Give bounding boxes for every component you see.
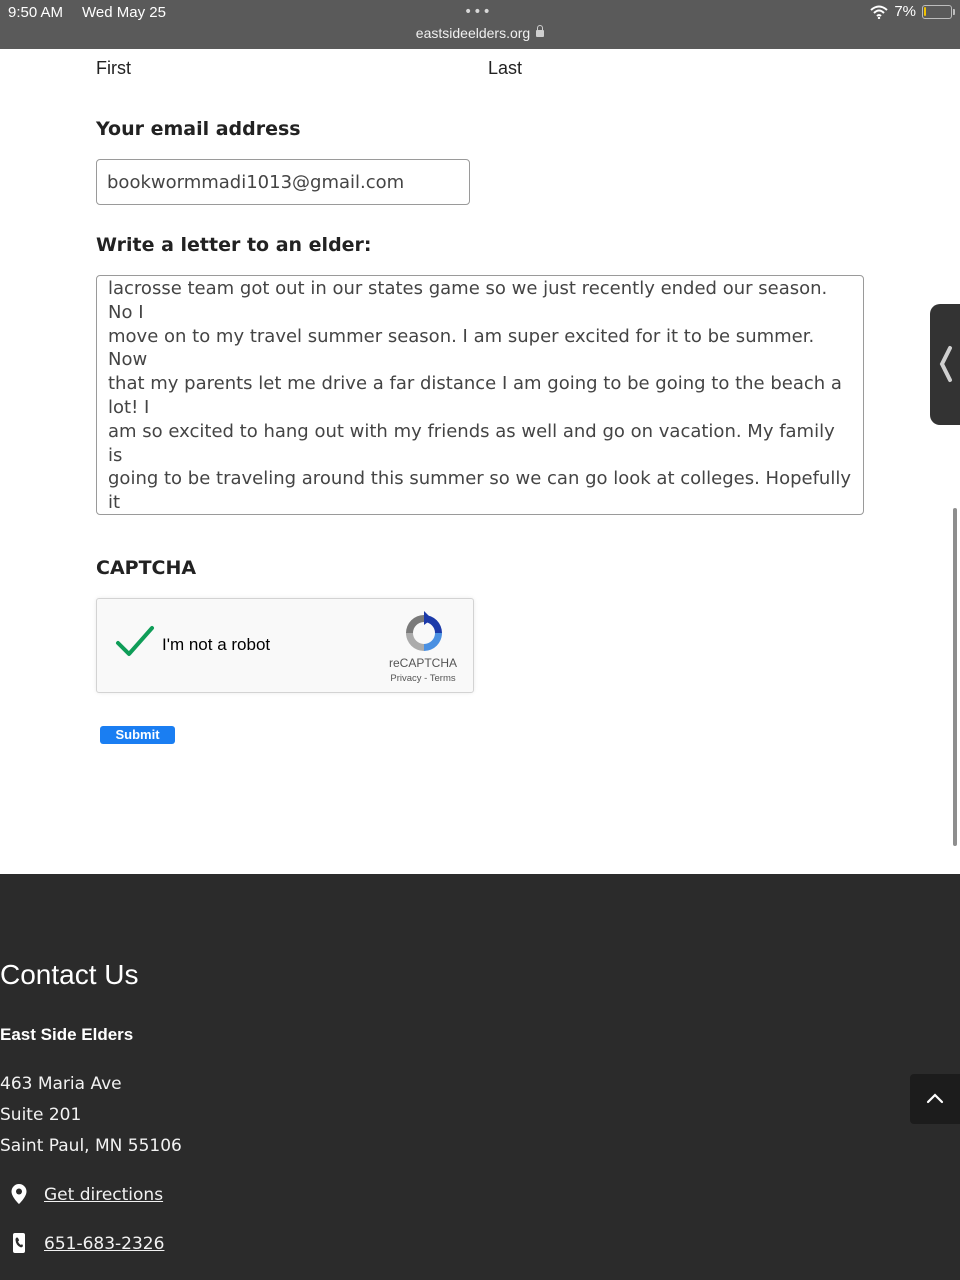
address-bar[interactable]: eastsideelders.org bbox=[0, 25, 960, 41]
url-text: eastsideelders.org bbox=[415, 25, 531, 41]
letter-line: going to be traveling around this summer… bbox=[108, 468, 857, 514]
page-scrollbar[interactable] bbox=[953, 508, 957, 846]
status-date: Wed May 25 bbox=[82, 4, 166, 21]
footer: Contact Us East Side Elders 463 Maria Av… bbox=[0, 874, 960, 1280]
status-right: 7% bbox=[870, 3, 955, 20]
footer-title: Contact Us bbox=[0, 959, 139, 990]
submit-button[interactable]: Submit bbox=[100, 726, 175, 744]
recaptcha-logo-icon bbox=[406, 611, 442, 651]
letter-text: lacrosse team got out in our states game… bbox=[108, 277, 857, 514]
wifi-icon bbox=[870, 5, 888, 19]
address-line-3: Saint Paul, MN 55106 bbox=[0, 1136, 182, 1156]
get-directions-link[interactable]: Get directions bbox=[44, 1185, 163, 1205]
email-label: Your email address bbox=[96, 118, 301, 140]
address-line-1: 463 Maria Ave bbox=[0, 1074, 122, 1094]
battery-level bbox=[924, 6, 926, 16]
first-name-label: First bbox=[96, 58, 131, 78]
email-field[interactable] bbox=[96, 159, 470, 205]
check-icon[interactable] bbox=[115, 625, 155, 661]
letter-line: move on to my travel summer season. I am… bbox=[108, 325, 820, 371]
side-panel-tab[interactable] bbox=[930, 304, 960, 425]
recaptcha-brand: reCAPTCHA bbox=[388, 656, 457, 670]
letter-line: am so excited to hang out with my friend… bbox=[108, 420, 841, 466]
lock-icon bbox=[536, 25, 545, 37]
recaptcha-privacy-terms[interactable]: Privacy - Terms bbox=[377, 673, 469, 684]
battery-percent: 7% bbox=[894, 3, 916, 20]
status-time: 9:50 AM bbox=[8, 4, 64, 21]
battery-icon bbox=[922, 4, 955, 19]
chevron-up-icon bbox=[926, 1093, 944, 1104]
phone-link[interactable]: 651-683-2326 bbox=[44, 1234, 164, 1254]
browser-dots[interactable]: ••• bbox=[464, 4, 492, 20]
letter-line: that my parents let me drive a far dista… bbox=[108, 373, 848, 418]
letter-line: lacrosse team got out in our states game… bbox=[108, 278, 833, 323]
recaptcha-widget: I'm not a robot reCAPTCHA Privacy - Term… bbox=[96, 598, 474, 693]
address-line-2: Suite 201 bbox=[0, 1105, 82, 1125]
status-bar: 9:50 AM Wed May 25 ••• eastsideelders.or… bbox=[0, 0, 960, 49]
captcha-checkbox-label: I'm not a robot bbox=[162, 635, 271, 654]
phone-icon bbox=[13, 1233, 25, 1253]
letter-label: Write a letter to an elder: bbox=[96, 234, 372, 256]
letter-textarea[interactable]: lacrosse team got out in our states game… bbox=[96, 275, 864, 515]
back-to-top-button[interactable] bbox=[910, 1074, 960, 1124]
footer-org-name: East Side Elders bbox=[0, 1025, 134, 1044]
last-name-label: Last bbox=[488, 58, 523, 78]
captcha-heading: CAPTCHA bbox=[96, 557, 197, 579]
location-pin-icon bbox=[11, 1184, 27, 1204]
chevron-left-icon bbox=[939, 346, 952, 382]
